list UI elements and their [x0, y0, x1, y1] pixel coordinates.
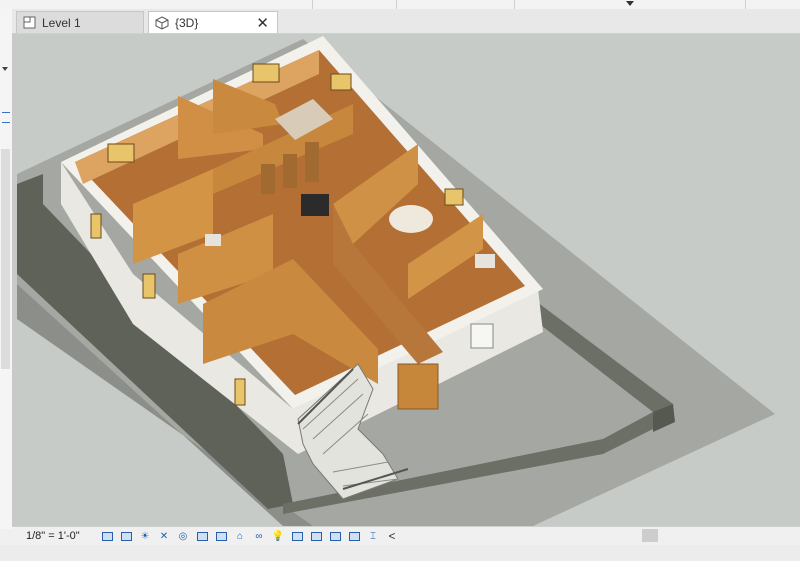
detail-level-icon[interactable]: [100, 530, 114, 542]
unlock-3d-view-icon[interactable]: ⌂: [233, 530, 247, 542]
sink: [205, 234, 221, 246]
exterior-window: [470, 323, 494, 349]
collapse-arrow-icon[interactable]: [2, 67, 8, 71]
horizontal-scrollbar-thumb[interactable]: [642, 529, 658, 542]
view-scale[interactable]: 1/8" = 1'-0": [26, 530, 100, 542]
tab-label: {3D}: [175, 15, 199, 30]
scroll-left-icon[interactable]: <: [385, 529, 399, 543]
worksharing-display-icon[interactable]: [309, 530, 323, 542]
exterior-window: [142, 273, 156, 299]
sun-path-icon[interactable]: ☀: [138, 530, 152, 542]
sofa: [301, 194, 329, 216]
render-icon[interactable]: ◎: [176, 530, 190, 542]
view-tab-bar: Level 1 {3D} ✕: [12, 9, 800, 34]
window: [444, 188, 464, 206]
exterior-window: [90, 213, 102, 239]
exterior-window: [234, 378, 246, 406]
dining-table: [389, 205, 433, 233]
tab-label: Level 1: [42, 15, 81, 30]
3d-view-canvas[interactable]: [13, 34, 800, 526]
tab-3d[interactable]: {3D} ✕: [148, 11, 278, 33]
view-control-bar: 1/8" = 1'-0" ☀ ✕ ◎ ⌂ ∞ 💡 ⌶ <: [12, 526, 800, 545]
panel-link-line: [2, 122, 10, 123]
constraints-icon[interactable]: ⌶: [366, 530, 380, 542]
door: [261, 164, 275, 194]
status-strip: [0, 545, 800, 561]
door: [283, 154, 297, 188]
door: [305, 142, 319, 182]
dropdown-caret-icon[interactable]: [626, 1, 634, 6]
window: [330, 73, 352, 91]
shadows-icon[interactable]: ✕: [157, 530, 171, 542]
properties-panel-edge: [0, 9, 13, 529]
temporary-hide-icon[interactable]: ∞: [252, 530, 266, 542]
panel-scrollbar[interactable]: [1, 149, 10, 369]
panel-link-line: [2, 112, 10, 113]
3d-view-icon: [155, 15, 169, 30]
tab-level-1[interactable]: Level 1: [16, 11, 144, 33]
floor-plan-icon: [23, 16, 36, 29]
highlight-displacement-icon[interactable]: [347, 530, 361, 542]
visual-style-icon[interactable]: [119, 530, 133, 542]
show-crop-region-icon[interactable]: [214, 530, 228, 542]
kitchen-counter: [475, 254, 495, 268]
close-tab-icon[interactable]: ✕: [256, 14, 269, 32]
house-3d-model: [17, 36, 775, 526]
temporary-view-properties-icon[interactable]: [290, 530, 304, 542]
exterior-door: [397, 363, 439, 410]
window: [107, 143, 135, 163]
window: [252, 63, 280, 83]
analytical-model-icon[interactable]: [328, 530, 342, 542]
crop-view-icon[interactable]: [195, 530, 209, 542]
reveal-hidden-icon[interactable]: 💡: [271, 530, 285, 542]
